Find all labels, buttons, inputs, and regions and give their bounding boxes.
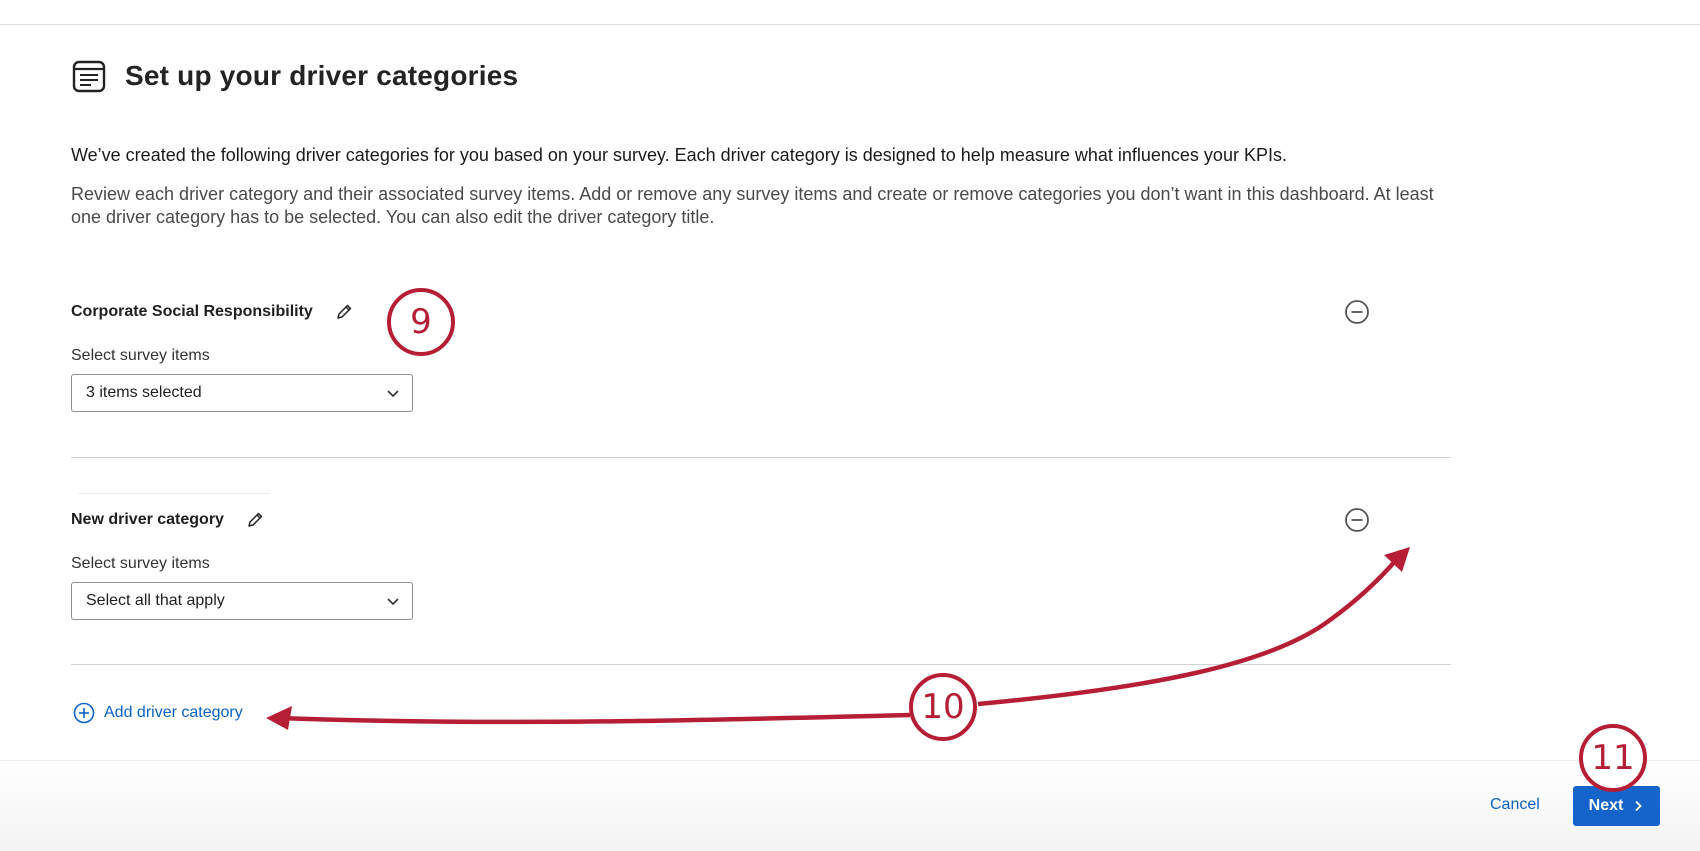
step-10-callout: 10 [909, 673, 977, 741]
survey-items-dropdown[interactable]: 3 items selected [71, 374, 413, 412]
remove-category-icon[interactable] [1344, 507, 1370, 533]
drag-placeholder-line [78, 493, 270, 494]
page-title: Set up your driver categories [125, 60, 519, 91]
driver-category-card: New driver category Select survey items … [71, 511, 1451, 620]
chevron-down-icon [387, 390, 399, 398]
arrow-to-add-category [279, 712, 911, 725]
select-survey-items-label: Select survey items [71, 347, 210, 364]
survey-items-dropdown[interactable]: Select all that apply [71, 582, 413, 620]
chevron-down-icon [387, 598, 399, 606]
page-description-secondary: Review each driver category and their as… [71, 184, 1434, 227]
category-title: New driver category [71, 511, 224, 528]
dropdown-value: 3 items selected [86, 384, 202, 401]
annotation-arrows [266, 547, 1410, 730]
page-header: Set up your driver categories [71, 58, 518, 94]
top-bar-edge [0, 0, 1700, 25]
next-button[interactable]: Next [1573, 786, 1660, 826]
category-divider [71, 457, 1451, 458]
add-driver-category-button[interactable]: Add driver category [73, 702, 243, 724]
dropdown-value: Select all that apply [86, 592, 225, 609]
next-button-label: Next [1588, 797, 1624, 814]
page-description-primary: We’ve created the following driver categ… [71, 145, 1287, 165]
select-survey-items-label: Select survey items [71, 555, 210, 572]
step-11-callout: 11 [1579, 724, 1647, 792]
document-icon [72, 60, 106, 93]
cancel-button[interactable]: Cancel [1490, 796, 1540, 814]
arrowhead-left [266, 706, 292, 730]
edit-pencil-icon[interactable] [246, 511, 264, 529]
category-title: Corporate Social Responsibility [71, 303, 313, 320]
category-divider [71, 664, 1451, 665]
driver-category-card: Corporate Social Responsibility Select s… [71, 303, 1451, 412]
footer-bar [0, 760, 1700, 851]
step-9-callout: 9 [387, 288, 455, 356]
add-driver-category-label: Add driver category [104, 704, 243, 721]
remove-category-icon[interactable] [1344, 299, 1370, 325]
edit-pencil-icon[interactable] [335, 303, 353, 321]
chevron-right-icon [1635, 800, 1643, 812]
plus-circle-icon [73, 702, 95, 724]
